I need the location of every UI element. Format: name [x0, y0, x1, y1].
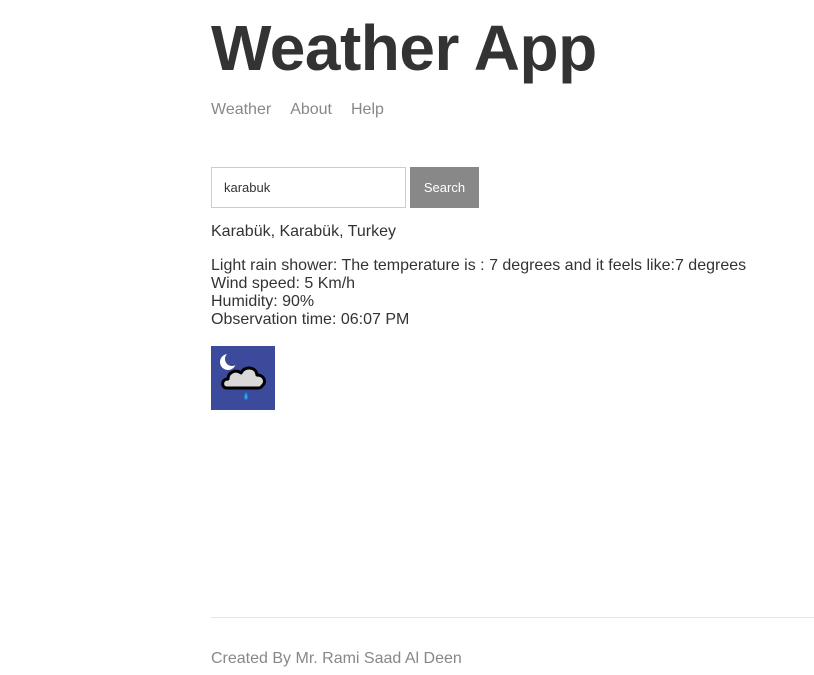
footer-credit: Created By Mr. Rami Saad Al Deen [211, 650, 462, 667]
search-button[interactable]: Search [410, 167, 479, 208]
nav-link-weather[interactable]: Weather [211, 100, 271, 120]
location-text: Karabük, Karabük, Turkey [211, 223, 396, 240]
wind-speed: Wind speed: 5 Km/h [211, 275, 356, 292]
page-title: Weather App [211, 12, 597, 84]
nav-bar: Weather About Help [211, 100, 384, 120]
page: Weather App Weather About Help Search Ka… [0, 0, 814, 675]
observation-time: Observation time: 06:07 PM [211, 311, 410, 328]
forecast-details: Light rain shower: The temperature is : … [211, 257, 746, 329]
night-light-rain-shower-icon [211, 346, 275, 410]
search-form: Search [211, 167, 479, 208]
nav-link-help[interactable]: Help [351, 100, 384, 120]
search-input[interactable] [211, 167, 406, 208]
nav-link-about[interactable]: About [290, 100, 332, 120]
footer-divider [211, 617, 814, 618]
forecast-summary: Light rain shower: The temperature is : … [211, 257, 747, 274]
humidity: Humidity: 90% [211, 293, 315, 310]
